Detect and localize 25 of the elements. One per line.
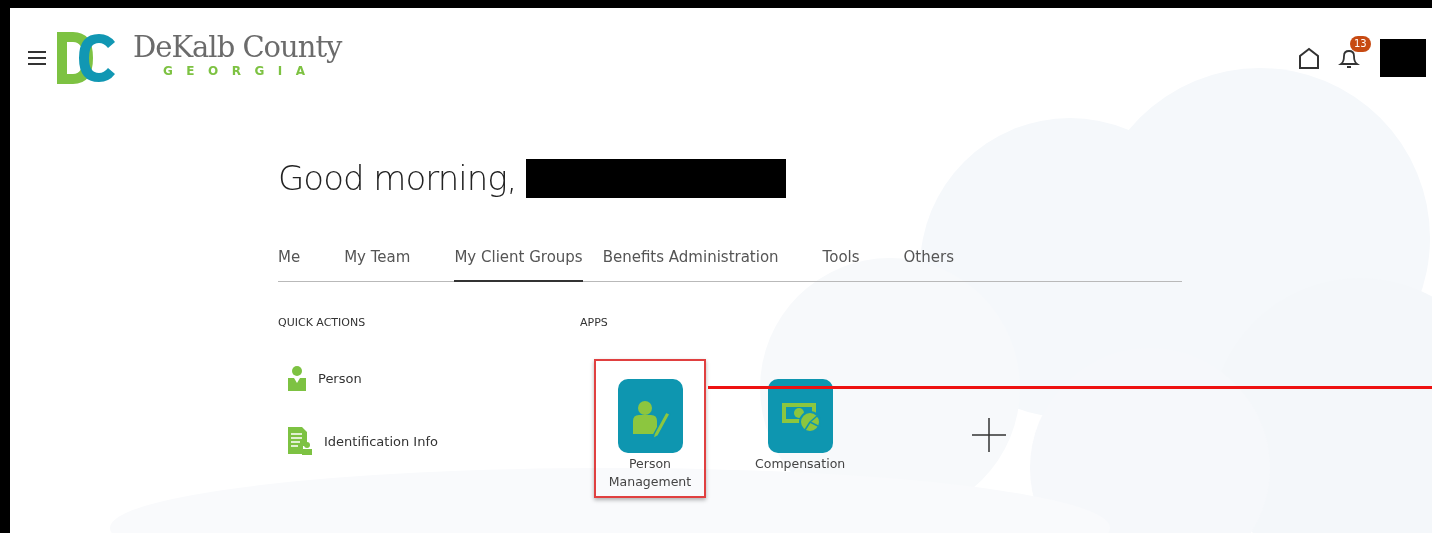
quick-action-link[interactable]: Identification Info	[288, 427, 580, 455]
section-title: APPS	[580, 316, 609, 329]
document-icon	[288, 427, 312, 455]
nav-tab[interactable]: My Client Groups	[454, 248, 583, 282]
app-tile[interactable]: Compensation	[744, 359, 856, 498]
redacted-block	[1380, 39, 1426, 77]
person-edit-icon	[617, 379, 683, 453]
quick-action-link[interactable]: Person	[288, 364, 580, 392]
nav-tab[interactable]: My Team	[344, 248, 411, 282]
add-icon[interactable]	[972, 418, 1006, 452]
person-icon	[288, 365, 306, 391]
notification-count: 13	[1350, 36, 1371, 52]
nav-tab[interactable]: Others	[903, 248, 954, 282]
nav-tab[interactable]: Me	[278, 248, 301, 282]
nav-tab[interactable]: Benefits Administration	[602, 248, 779, 282]
app-tile[interactable]: Person Management	[594, 359, 706, 498]
state-name: GEORGIA	[163, 64, 320, 78]
logo-icon	[57, 30, 117, 86]
money-chart-icon	[767, 379, 833, 453]
section-title: QUICK ACTIONS	[278, 316, 367, 329]
nav-tab[interactable]: Tools	[822, 248, 860, 282]
menu-icon[interactable]	[28, 51, 46, 65]
greeting: Good morning,	[278, 158, 517, 198]
home-icon[interactable]	[1298, 47, 1320, 69]
county-name: DeKalb County	[133, 30, 342, 64]
